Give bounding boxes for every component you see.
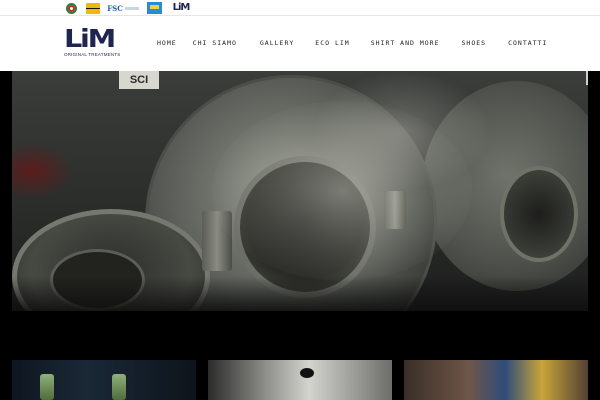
fsc-certification-icon: FSC (106, 2, 140, 14)
logo-mark: LiM (64, 24, 116, 53)
hero-image-washing-machines: SCI (12, 71, 588, 311)
nav-item-home[interactable]: HOME (157, 39, 177, 47)
bottle-shape (112, 374, 126, 400)
bottle-shape (40, 374, 54, 400)
fabric-spot (300, 368, 314, 378)
lim-mini-logo-icon: LiM (172, 2, 191, 14)
fsc-text: FSC (107, 3, 123, 13)
gallery-thumbnail-bottles[interactable] (12, 360, 196, 400)
nav-item-contatti[interactable]: CONTATTI (508, 39, 547, 47)
nav-item-gallery[interactable]: GALLERY (260, 39, 294, 47)
made-in-italy-icon (85, 2, 101, 14)
machine-window-right (500, 166, 578, 262)
hero-floor-shadow (12, 276, 588, 311)
nav-item-shirt-and-more[interactable]: SHIRT AND MORE (371, 39, 440, 47)
nav-item-chi-siamo[interactable]: CHI SIAMO (193, 39, 237, 47)
machine-label: SCI (119, 71, 159, 89)
site-logo[interactable]: LiM ORIGINAL TREATMENTS (64, 26, 120, 58)
gallery-thumbnail-shoes[interactable] (404, 360, 588, 400)
certification-bar: FSC LiM (0, 0, 600, 16)
steam-cloud-top (312, 71, 492, 191)
site-header: LiM ORIGINAL TREATMENTS HOME CHI SIAMO G… (0, 16, 600, 71)
chemistry-certification-icon (146, 2, 162, 14)
italian-emblem-icon (65, 2, 77, 14)
gallery-thumbnail-fabric[interactable] (208, 360, 392, 400)
lim-mini-logo-text: LiM (172, 2, 191, 13)
nav-item-eco-lim[interactable]: ECO LIM (315, 39, 349, 47)
nav-item-shoes[interactable]: SHOES (462, 39, 487, 47)
main-navigation: HOME CHI SIAMO GALLERY ECO LIM SHIRT AND… (157, 39, 547, 47)
machine-plate (586, 71, 588, 85)
